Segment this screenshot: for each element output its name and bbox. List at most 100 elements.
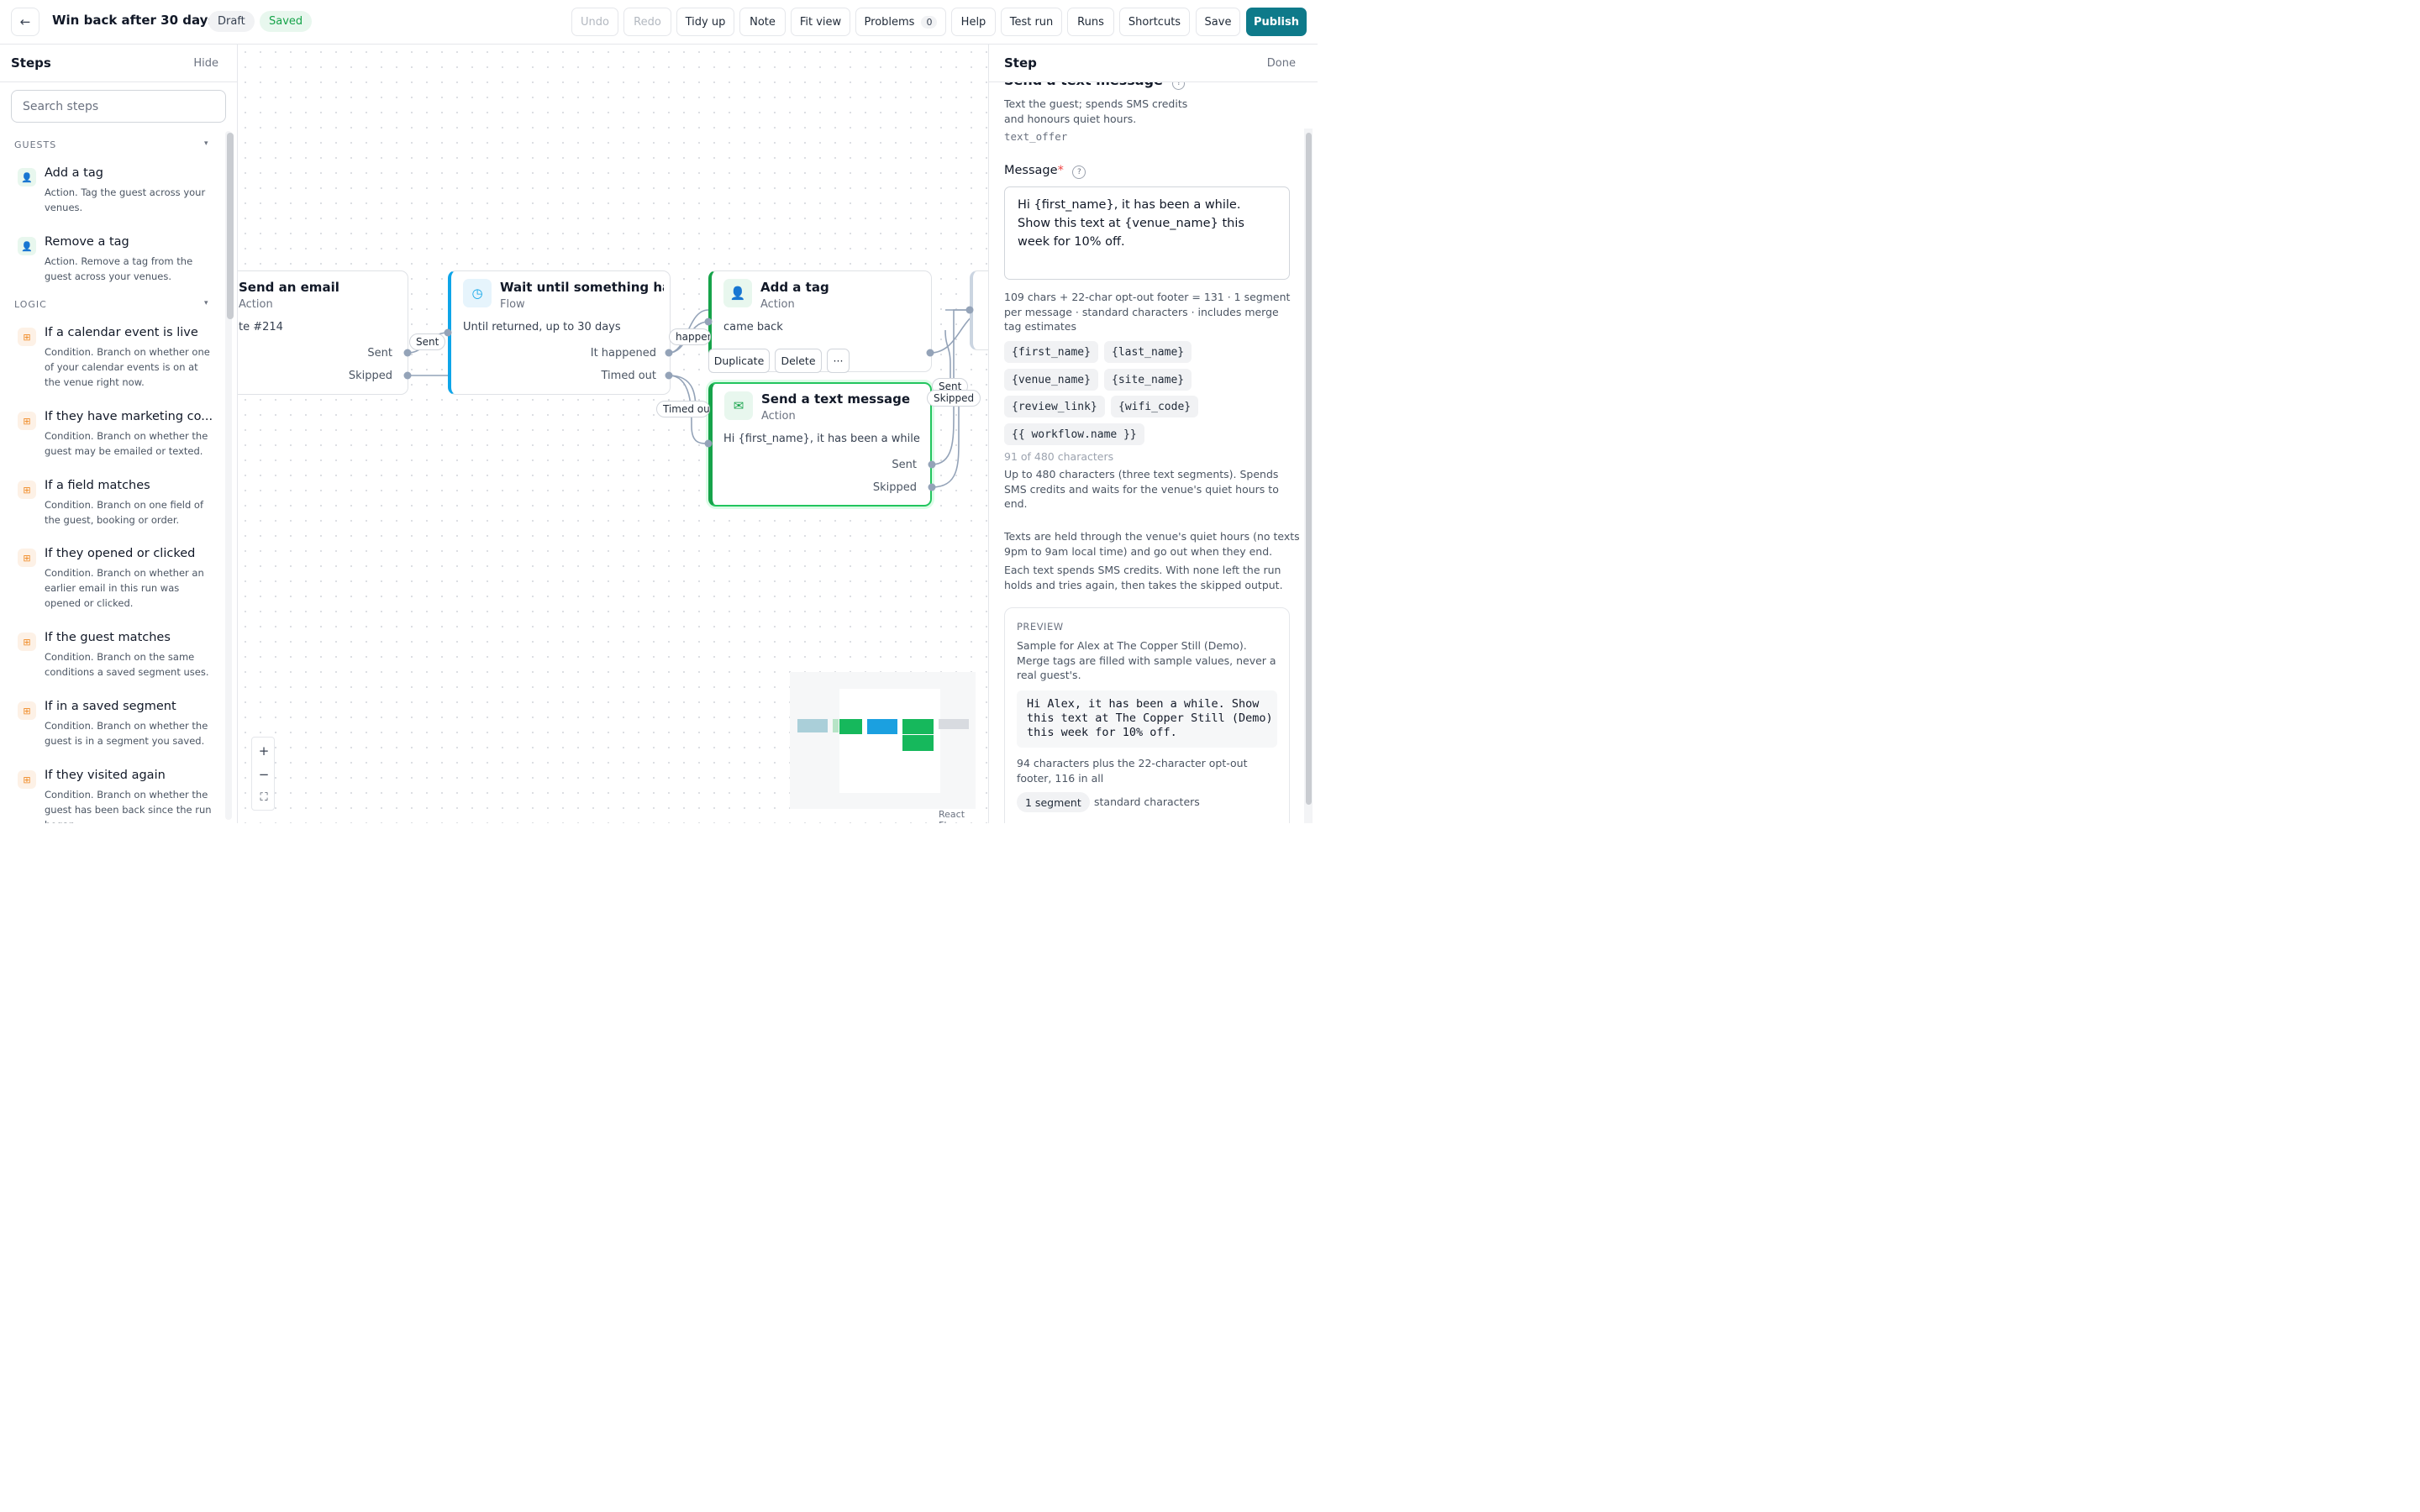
undo-button[interactable]: Undo: [571, 8, 618, 36]
step-desc: Action. Remove a tag from the guest acro…: [45, 255, 193, 282]
quiet-hours-note: Texts are held through the venue's quiet…: [1004, 530, 1300, 558]
workflow-title[interactable]: Win back after 30 days: [52, 13, 215, 28]
step-desc: Condition. Branch on the same conditions…: [45, 651, 209, 678]
handle: [403, 349, 412, 357]
step-item-add-tag[interactable]: 👤 Add a tag Action. Tag the guest across…: [14, 166, 216, 225]
search-steps-input[interactable]: Search steps: [11, 90, 226, 123]
preview-count: 94 characters plus the 22-character opt-…: [1017, 757, 1248, 785]
merge-tag-workflow-name[interactable]: {{ workflow.name }}: [1004, 423, 1144, 445]
step-item-opened-clicked[interactable]: ⊞ If they opened or clicked Condition. B…: [14, 547, 216, 614]
steps-title: Steps: [11, 55, 51, 71]
minimap-node: [833, 719, 839, 732]
step-description: Text the guest; spends SMS credits and h…: [1004, 97, 1188, 125]
minimap-node: [902, 735, 934, 751]
step-item-visited-again[interactable]: ⊞ If they visited again Condition. Branc…: [14, 769, 216, 823]
hide-steps-button[interactable]: Hide: [193, 57, 218, 70]
help-button[interactable]: Help: [951, 8, 996, 36]
shortcuts-button[interactable]: Shortcuts: [1119, 8, 1190, 36]
fullscreen-icon: ⛶: [260, 791, 268, 804]
required-mark: *: [1057, 164, 1064, 177]
message-textarea[interactable]: Hi {first_name}, it has been a while. Sh…: [1004, 186, 1290, 280]
publish-button[interactable]: Publish: [1246, 8, 1307, 36]
minimap[interactable]: [790, 672, 976, 809]
step-inspector-panel: Step Done Send a text message ? Step Don…: [988, 45, 1318, 823]
step-item-remove-tag[interactable]: 👤 Remove a tag Action. Remove a tag from…: [14, 235, 216, 294]
merge-tag-first-name[interactable]: {first_name}: [1004, 341, 1098, 363]
workflow-canvas[interactable]: Send an email Action te #214 Sent Skippe…: [238, 45, 988, 823]
handle: [928, 460, 936, 469]
runs-button[interactable]: Runs: [1067, 8, 1114, 36]
credits-note: Each text spends SMS credits. With none …: [1004, 564, 1283, 591]
handle: [926, 349, 934, 357]
person-icon: 👤: [18, 237, 36, 255]
divider: [989, 81, 1318, 82]
redo-button[interactable]: Redo: [623, 8, 671, 36]
merge-tag-last-name[interactable]: {last_name}: [1104, 341, 1192, 363]
step-title: If in a saved segment: [45, 700, 176, 713]
plus-icon: +: [258, 743, 270, 759]
grid-icon: ⊞: [18, 770, 36, 789]
merge-tag-review-link[interactable]: {review_link}: [1004, 396, 1105, 417]
back-button[interactable]: ←: [11, 8, 39, 36]
edge-label-sent[interactable]: Sent: [409, 333, 446, 350]
person-icon: 👤: [18, 168, 36, 186]
preview-desc: Sample for Alex at The Copper Still (Dem…: [1017, 639, 1276, 681]
minimap-node: [902, 719, 934, 734]
minus-icon: −: [258, 766, 270, 782]
fit-view-control[interactable]: ⛶: [252, 785, 276, 810]
limit-note: Up to 480 characters (three text segment…: [1004, 468, 1279, 510]
segment-badge: 1 segment: [1017, 792, 1090, 812]
save-button[interactable]: Save: [1196, 8, 1240, 36]
grid-icon: ⊞: [18, 328, 36, 346]
inspector-scrollbar-thumb[interactable]: [1306, 133, 1312, 805]
section-header-guests[interactable]: GUESTS ▾: [14, 139, 216, 150]
steps-scrollbar-thumb[interactable]: [227, 133, 234, 319]
steps-panel: Steps Hide Search steps GUESTS ▾ 👤 Add a …: [0, 45, 238, 823]
grid-icon: ⊞: [18, 701, 36, 720]
done-button-overlay[interactable]: Done: [1267, 57, 1296, 70]
handle: [403, 371, 412, 380]
saved-badge: Saved: [260, 11, 313, 32]
step-title: If the guest matches: [45, 631, 171, 644]
top-bar: ← Win back after 30 days Draft Saved Und…: [0, 0, 1318, 45]
handle: [704, 439, 713, 448]
section-header-logic[interactable]: LOGIC ▾: [14, 299, 216, 310]
inspector-title-overlay: Step: [1004, 55, 1037, 71]
merge-tag-site-name[interactable]: {site_name}: [1104, 369, 1192, 391]
merge-tag-venue-name[interactable]: {venue_name}: [1004, 369, 1098, 391]
step-desc: Action. Tag the guest across your venues…: [45, 186, 206, 213]
preview-card: PREVIEW Sample for Alex at The Copper St…: [1004, 607, 1290, 823]
preview-label: PREVIEW: [1017, 621, 1064, 633]
step-desc: Condition. Branch on whether one of your…: [45, 346, 210, 388]
section-label: GUESTS: [14, 139, 57, 150]
test-run-button[interactable]: Test run: [1001, 8, 1062, 36]
step-item-calendar-event[interactable]: ⊞ If a calendar event is live Condition.…: [14, 326, 216, 393]
char-count-info: 109 chars + 22-char opt-out footer = 131…: [1004, 291, 1291, 333]
edge-label-skipped[interactable]: Skipped: [927, 390, 981, 407]
react-flow-attribution[interactable]: React Flow: [939, 809, 988, 823]
help-icon[interactable]: ?: [1072, 165, 1086, 179]
step-item-marketing-consent[interactable]: ⊞ If they have marketing co... Condition…: [14, 410, 216, 460]
fit-view-button[interactable]: Fit view: [791, 8, 850, 36]
problems-button[interactable]: Problems 0: [855, 8, 946, 36]
tidy-up-button[interactable]: Tidy up: [676, 8, 734, 36]
note-button[interactable]: Note: [739, 8, 786, 36]
step-item-field-matches[interactable]: ⊞ If a field matches Condition. Branch o…: [14, 479, 216, 529]
handle: [704, 318, 713, 326]
edge-label-happened[interactable]: happene: [669, 328, 711, 345]
section-label: LOGIC: [14, 299, 47, 310]
edge-label-timed-out[interactable]: Timed ou: [656, 401, 710, 417]
problems-label: Problems: [864, 15, 915, 29]
problems-count: 0: [921, 15, 938, 29]
minimap-node: [939, 719, 969, 729]
preview-text: Hi Alex, it has been a while. Show this …: [1017, 690, 1277, 748]
step-title: Remove a tag: [45, 235, 129, 249]
grid-icon: ⊞: [18, 549, 36, 567]
step-item-guest-matches[interactable]: ⊞ If the guest matches Condition. Branch…: [14, 631, 216, 681]
handle: [965, 306, 974, 314]
step-item-saved-segment[interactable]: ⊞ If in a saved segment Condition. Branc…: [14, 700, 216, 750]
zoom-out-button[interactable]: −: [252, 762, 276, 786]
zoom-in-button[interactable]: +: [252, 738, 276, 763]
merge-tag-wifi-code[interactable]: {wifi_code}: [1111, 396, 1199, 417]
handle: [665, 371, 673, 380]
